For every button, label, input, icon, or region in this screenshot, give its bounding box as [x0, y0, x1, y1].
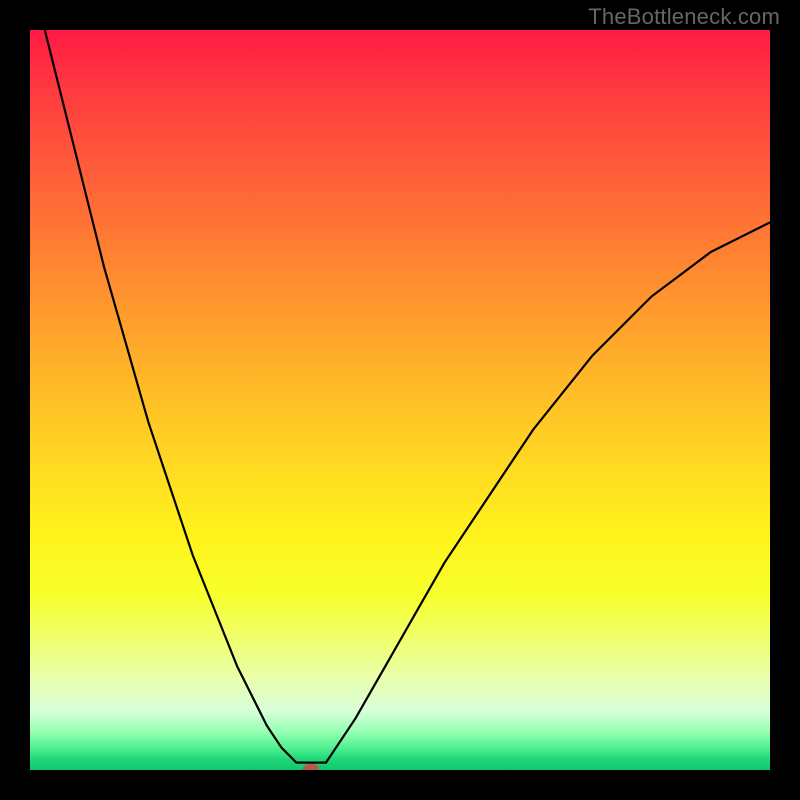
plot-area	[30, 30, 770, 770]
chart-frame: TheBottleneck.com	[0, 0, 800, 800]
minimum-marker-icon	[303, 764, 319, 770]
bottleneck-curve	[30, 30, 770, 770]
curve-path	[45, 30, 770, 763]
watermark-text: TheBottleneck.com	[588, 4, 780, 30]
